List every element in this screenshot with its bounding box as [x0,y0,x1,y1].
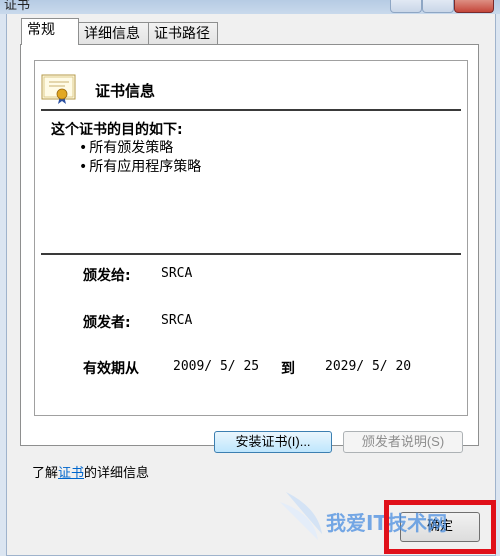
window-title: 证书 [4,0,31,13]
tab-general[interactable]: 常规 [21,18,79,45]
issued-by-value: SRCA [161,313,193,328]
tab-certification-path[interactable]: 证书路径 [148,22,218,44]
maximize-button[interactable] [422,0,454,13]
issued-to-value: SRCA [161,266,193,281]
ok-button[interactable]: 确定 [400,512,480,542]
close-button[interactable] [454,0,494,13]
minimize-button[interactable] [390,0,422,13]
top-divider [41,109,461,111]
list-item: 所有应用程序策略 [79,158,201,177]
learn-more-text: 了解证书的详细信息 [32,462,149,481]
certificate-info-title: 证书信息 [95,82,156,100]
issued-to-label: 颁发给: [83,268,131,284]
valid-to-label: 到 [281,361,295,377]
certificate-info-box: 证书信息 这个证书的目的如下: 所有颁发策略 所有应用程序策略 颁发给: SRC… [34,60,468,416]
certificate-icon [41,74,76,104]
list-item: 所有颁发策略 [79,139,201,158]
valid-from-value: 2009/ 5/ 25 [173,359,260,374]
learn-more-prefix: 了解 [32,466,59,481]
purpose-list: 所有颁发策略 所有应用程序策略 [79,139,201,177]
learn-more-suffix: 的详细信息 [84,466,150,481]
valid-to-value: 2029/ 5/ 20 [325,359,412,374]
validity-label: 有效期从 [83,361,139,377]
title-bar: 证书 [0,0,500,14]
purpose-heading: 这个证书的目的如下: [51,122,183,138]
learn-more-link[interactable]: 证书 [58,466,84,481]
issuer-statement-button[interactable]: 颁发者说明(S) [343,431,463,453]
bottom-divider [41,253,461,255]
issued-by-label: 颁发者: [83,315,131,331]
tab-details[interactable]: 详细信息 [78,22,149,44]
install-certificate-button[interactable]: 安装证书(I)... [214,431,332,453]
